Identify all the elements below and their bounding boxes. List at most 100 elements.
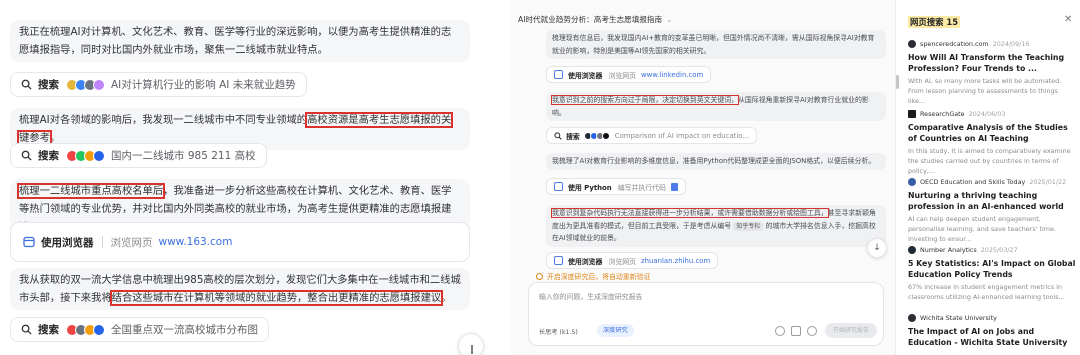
- prompt-input[interactable]: [539, 291, 869, 309]
- highlight-box: 结合这些城市在计算机等领域的就业趋势，整合出更精准的志愿填报建议: [109, 290, 444, 306]
- conversation-title-text: AI时代就业趋势分析：高考生志愿填报指南: [518, 15, 663, 24]
- reasoning-text: 。: [441, 292, 452, 304]
- tool-subtitle: 浏览网页: [608, 257, 637, 266]
- search-result[interactable]: OECD Education and Skills Today 2025/01/2…: [908, 177, 1076, 244]
- panel-title: 网页搜索 15: [908, 16, 961, 28]
- search-result[interactable]: Wichita State University The Impact of A…: [908, 313, 1076, 348]
- tool-label: 使用浏览器: [568, 71, 603, 80]
- browser-icon: [554, 70, 563, 79]
- source-tag[interactable]: 知乎专栏: [733, 221, 764, 231]
- model-selector[interactable]: 长思考 (k1.5): [539, 327, 578, 336]
- send-button[interactable]: 开始研究报告: [825, 323, 877, 338]
- source-name: Wichita State University: [920, 314, 997, 322]
- search-chip-label: 搜索: [566, 132, 580, 141]
- close-icon[interactable]: ✕: [1064, 14, 1072, 25]
- result-snippet: With AI, so many more tasks will be auto…: [908, 77, 1062, 105]
- result-date: 2025/01/22: [1029, 178, 1067, 186]
- search-chip[interactable]: 搜索 AI对计算机行业的影响 AI 未来就业趋势: [10, 72, 307, 97]
- visited-url-link[interactable]: www.linkedin.com: [641, 71, 703, 79]
- attach-icon[interactable]: [791, 326, 801, 336]
- search-chip[interactable]: 搜索 国内一二线城市 985 211 高校: [10, 143, 267, 168]
- browser-tool-chip[interactable]: 使用浏览器 浏览网页 www.linkedin.com: [546, 66, 712, 83]
- browser-icon: [554, 256, 563, 265]
- search-result[interactable]: spenceredcation.com 2024/09/16 How Will A…: [908, 39, 1076, 106]
- arrow-down-icon: [471, 345, 473, 354]
- source-favicons: [66, 323, 105, 336]
- scrollbar-thumb[interactable]: [896, 75, 899, 89]
- reasoning-text: 梳理AI对各领域的影响后，我发现一二线城市中不同专业领域的: [19, 114, 308, 126]
- conversation-title[interactable]: AI时代就业趋势分析：高考生志愿填报指南 ⌄: [518, 14, 673, 25]
- tool-subtitle: 编写并执行代码: [617, 183, 666, 192]
- result-title[interactable]: How Will AI Transform the Teaching Profe…: [908, 52, 1076, 74]
- notice-text: 开启深度研究后，将自动重新验证: [547, 273, 651, 281]
- reasoning-card: 我意识到复杂代码执行无法直接获得进一步分析结果，或许需要借助数据分析或绘图工具，…: [546, 205, 886, 247]
- result-title[interactable]: Nurturing a thriving teaching profession…: [908, 190, 1076, 212]
- deep-research-toggle[interactable]: 深度研究: [597, 324, 634, 337]
- source-name: Number Analytics: [920, 246, 977, 254]
- browser-icon: [23, 236, 35, 248]
- info-icon: [536, 273, 543, 280]
- reasoning-text: 梳理现有信息后，我发现国内AI+教育的变革虽已明晰，但国外情况尚不清晰，需从国际…: [552, 34, 875, 55]
- result-date: 2025/03/27: [980, 246, 1018, 254]
- search-icon: [554, 131, 562, 140]
- search-query: 国内一二线城市 985 211 高校: [111, 150, 256, 162]
- scroll-down-button[interactable]: [458, 333, 484, 355]
- highlight-box: 我意识到复杂代码执行无法直接获得进一步分析结果，或许需要借助数据分析或绘图工具，: [551, 208, 829, 218]
- terminal-icon: [554, 182, 563, 191]
- globe-icon[interactable]: [775, 326, 785, 336]
- search-query: AI对计算机行业的影响 AI 未来就业趋势: [111, 79, 296, 91]
- source-favicon-icon: [908, 314, 916, 322]
- reasoning-card: 梳理现有信息后，我发现国内AI+教育的变革虽已明晰，但国外情况尚不清晰，需从国际…: [546, 30, 886, 59]
- highlight-box: 我意识到之前的搜索方向过于局限，决定切换到英文关键词，: [550, 95, 740, 105]
- chat-composer: 长思考 (k1.5) 深度研究 开始研究报告: [528, 282, 884, 346]
- result-source: Number Analytics 2025/03/27: [908, 245, 1076, 255]
- reasoning-text: 我正在梳理AI对计算机、文化艺术、教育、医学等行业的深远影响，以便为高考生提供精…: [19, 26, 452, 56]
- web-search-panel: 网页搜索 15 ✕ spenceredcation.com 2024/09/16 …: [895, 0, 1080, 355]
- result-date: 2024/09/16: [992, 40, 1030, 48]
- browser-tool-chip[interactable]: 使用浏览器 浏览网页 zhuanlan.zhihu.com: [546, 252, 719, 269]
- reasoning-card: 我正在梳理AI对计算机、文化艺术、教育、医学等行业的深远影响，以便为高考生提供精…: [10, 20, 470, 62]
- deep-research-notice: 开启深度研究后，将自动重新验证: [536, 271, 650, 281]
- source-favicons: [66, 78, 105, 91]
- tool-subtitle: 浏览网页: [608, 71, 637, 80]
- result-source: ResearchGate 2024/06/03: [908, 109, 1076, 119]
- source-favicon-icon: [908, 246, 916, 254]
- result-snippet: AI can help deepen student engagement, p…: [908, 215, 1056, 243]
- reasoning-card: 我从获取的双一流大学信息中梳理出985高校的层次划分，发现它们大多集中在一线城市…: [10, 268, 470, 310]
- browser-tool-subtitle: 浏览网页: [110, 236, 153, 249]
- python-tool-chip[interactable]: 使用 Python 编写并执行代码: [546, 178, 686, 195]
- reasoning-text: 我梳理了AI对教育行业影响的多维度信息，准备用Python代码整理成更全面的JS…: [552, 157, 876, 165]
- reasoning-card: 我梳理了AI对教育行业影响的多维度信息，准备用Python代码整理成更全面的JS…: [546, 153, 886, 170]
- search-query: 全国重点双一流高校城市分布图: [111, 324, 258, 336]
- search-chip[interactable]: 搜索 全国重点双一流高校城市分布图: [10, 317, 269, 342]
- reasoning-card: 我意识到之前的搜索方向过于局限，决定切换到英文关键词，从国际视角重新探寻AI对教…: [546, 92, 886, 121]
- visited-url-link[interactable]: www.163.com: [159, 236, 233, 248]
- result-snippet: In this study, it is aimed to comparativ…: [908, 147, 1071, 175]
- research-log-panel: 我正在梳理AI对计算机、文化艺术、教育、医学等行业的深远影响，以便为高考生提供精…: [0, 0, 500, 355]
- source-name: spenceredcation.com: [920, 40, 989, 48]
- result-source: Wichita State University: [908, 313, 1076, 323]
- result-title[interactable]: The Impact of AI on Jobs and Education -…: [908, 326, 1076, 348]
- settings-icon[interactable]: [807, 326, 817, 336]
- source-favicons: [66, 149, 105, 162]
- divider: [101, 236, 103, 248]
- scroll-down-button[interactable]: ↓: [867, 238, 887, 258]
- browser-tool-title: 使用浏览器: [41, 236, 94, 249]
- source-favicon-icon: [908, 110, 916, 118]
- search-query: Comparison of AI impact on educatio...: [614, 131, 749, 140]
- tool-label: 使用 Python: [568, 183, 612, 192]
- result-title[interactable]: 5 Key Statistics: AI's Impact on Global …: [908, 258, 1076, 280]
- source-name: OECD Education and Skills Today: [920, 178, 1026, 186]
- search-chip[interactable]: 搜索 Comparison of AI impact on educatio..…: [546, 127, 757, 144]
- source-favicon-icon: [908, 40, 916, 48]
- search-icon: [21, 150, 32, 161]
- result-source: OECD Education and Skills Today 2025/01/2…: [908, 177, 1076, 187]
- search-result[interactable]: ResearchGate 2024/06/03 Comparative Analy…: [908, 109, 1076, 176]
- source-favicon-icon: [908, 178, 916, 186]
- visited-url-link[interactable]: zhuanlan.zhihu.com: [641, 257, 710, 265]
- file-icon[interactable]: [670, 182, 678, 191]
- search-icon: [21, 324, 32, 335]
- search-result[interactable]: Number Analytics 2025/03/27 5 Key Statist…: [908, 245, 1076, 302]
- result-title[interactable]: Comparative Analysis of the Studies of C…: [908, 122, 1076, 144]
- browser-tool-card[interactable]: 使用浏览器 浏览网页 www.163.com: [10, 222, 470, 262]
